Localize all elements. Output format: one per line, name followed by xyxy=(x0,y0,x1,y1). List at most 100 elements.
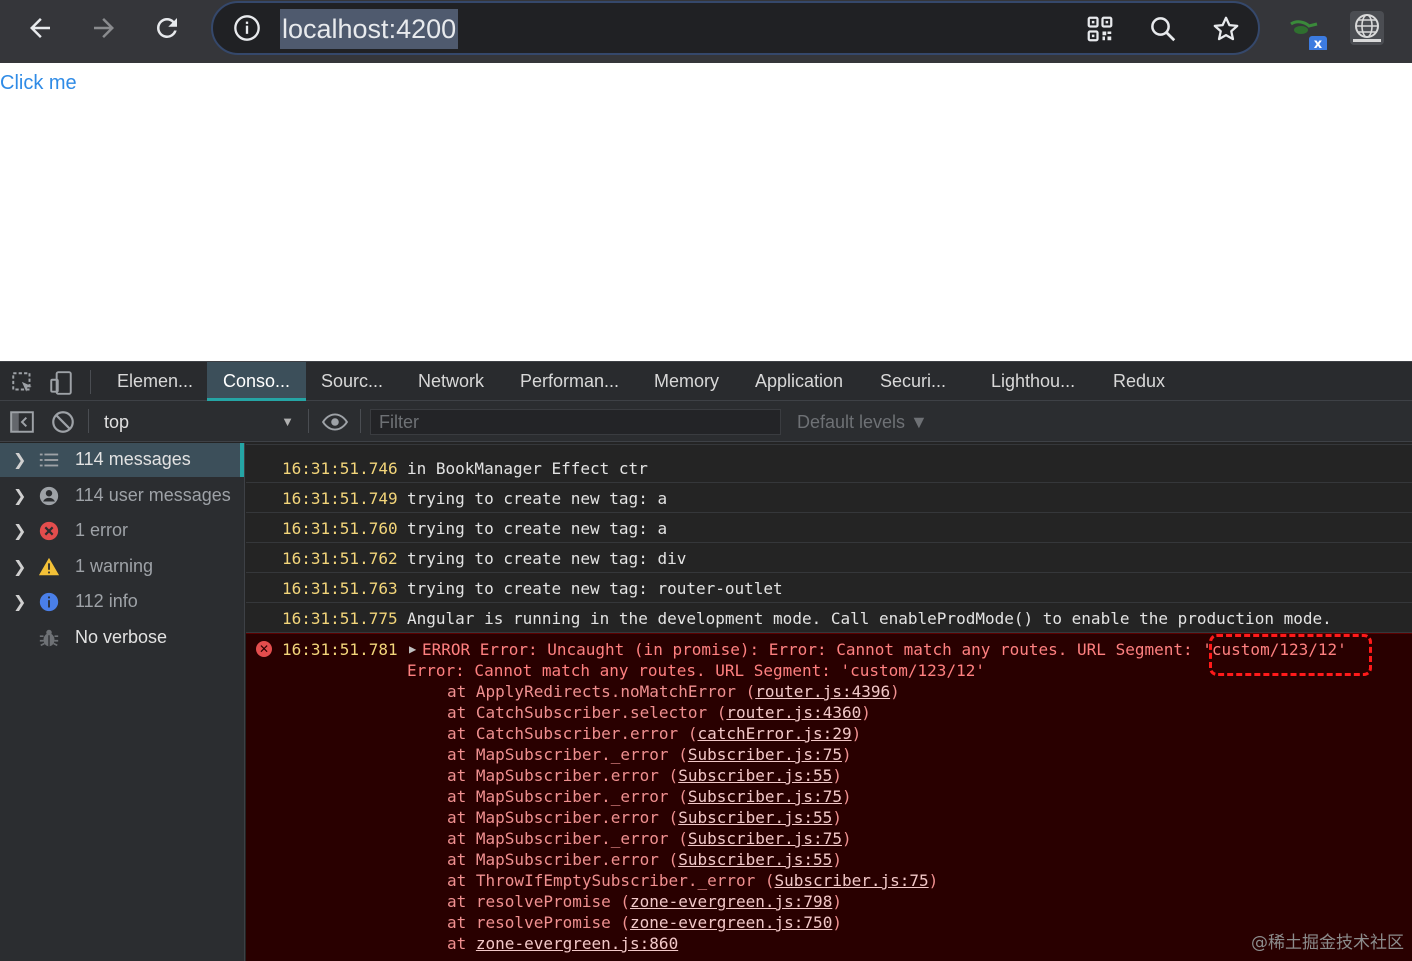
toolbar-divider xyxy=(308,409,309,433)
address-bar[interactable]: localhost:4200 xyxy=(211,1,1260,55)
sidebar-item-warnings[interactable]: ❯ 1 warning xyxy=(0,550,244,584)
log-message: trying to create new tag: div xyxy=(407,549,687,568)
user-icon xyxy=(39,486,59,506)
source-link[interactable]: router.js:4360 xyxy=(726,703,861,722)
watermark: @稀土掘金技术社区 xyxy=(1251,933,1404,953)
source-link[interactable]: Subscriber.js:75 xyxy=(688,787,842,806)
source-link[interactable]: Subscriber.js:75 xyxy=(688,829,842,848)
bookmark-button[interactable] xyxy=(1209,12,1243,46)
sidebar-item-info[interactable]: ❯ 112 info xyxy=(0,585,244,619)
sidebar-item-user-messages[interactable]: ❯ 114 user messages xyxy=(0,479,244,513)
click-me-link[interactable]: Click me xyxy=(0,70,77,96)
log-row: 16:31:51.746 in BookManager Effect ctr xyxy=(246,453,1412,483)
source-link[interactable]: Subscriber.js:55 xyxy=(678,850,832,869)
expand-triangle-icon[interactable]: ▶ xyxy=(409,642,416,656)
chevron-right-icon: ❯ xyxy=(13,559,27,576)
forward-button[interactable] xyxy=(84,8,124,48)
log-timestamp: 16:31:51.775 xyxy=(282,609,398,628)
source-link[interactable]: Subscriber.js:55 xyxy=(678,766,832,785)
device-toolbar-icon[interactable] xyxy=(48,370,74,396)
context-selector-value: top xyxy=(104,412,130,432)
qr-code-button[interactable] xyxy=(1083,12,1117,46)
tab-redux[interactable]: Redux xyxy=(1113,362,1165,401)
log-message: trying to create new tag: a xyxy=(407,489,668,508)
profile-button[interactable] xyxy=(1349,10,1387,50)
error-headline-text: ERROR Error: Uncaught (in promise): Erro… xyxy=(422,640,1203,659)
stack-trace: at ApplyRedirects.noMatchError (router.j… xyxy=(447,681,938,954)
extension-button[interactable]: x xyxy=(1289,10,1327,52)
stack-frame: at MapSubscriber.error (Subscriber.js:55… xyxy=(447,808,842,827)
tab-performance[interactable]: Performan... xyxy=(520,362,619,401)
source-link[interactable]: zone-evergreen.js:860 xyxy=(476,934,678,953)
inspect-element-icon[interactable] xyxy=(10,370,36,396)
sidebar-item-errors[interactable]: ❯ 1 error xyxy=(0,514,244,548)
tab-memory[interactable]: Memory xyxy=(654,362,719,401)
qr-code-icon xyxy=(1087,16,1113,42)
error-icon xyxy=(39,521,59,541)
stack-frame: at CatchSubscriber.selector (router.js:4… xyxy=(447,703,871,722)
back-button[interactable] xyxy=(20,8,60,48)
bug-icon xyxy=(39,629,59,647)
devtools-panel: Elemen... Conso... Sourc... Network Perf… xyxy=(0,361,1412,961)
tab-security[interactable]: Securi... xyxy=(880,362,946,401)
stack-frame: at CatchSubscriber.error (catchError.js:… xyxy=(447,724,862,743)
triangle-down-icon: ▼ xyxy=(281,414,294,429)
source-link[interactable]: Subscriber.js:55 xyxy=(678,808,832,827)
console-output: 16:31:51.746 in BookManager Effect ctr 1… xyxy=(246,443,1412,961)
log-message: trying to create new tag: router-outlet xyxy=(407,579,783,598)
tab-application[interactable]: Application xyxy=(755,362,843,401)
stack-frame: at resolvePromise (zone-evergreen.js:798… xyxy=(447,892,842,911)
log-row: 16:31:51.775 Angular is running in the d… xyxy=(246,603,1412,633)
sidebar-toggle-icon[interactable] xyxy=(9,409,35,435)
warning-icon xyxy=(38,557,60,576)
source-link[interactable]: Subscriber.js:75 xyxy=(775,871,929,890)
source-link[interactable]: zone-evergreen.js:750 xyxy=(630,913,832,932)
stack-frame: at zone-evergreen.js:860 xyxy=(447,934,679,953)
source-link[interactable]: catchError.js:29 xyxy=(697,724,851,743)
tab-console[interactable]: Conso... xyxy=(207,362,307,401)
eye-icon[interactable] xyxy=(322,409,348,435)
svg-text:x: x xyxy=(1314,37,1323,50)
sidebar-item-label: No verbose xyxy=(75,627,168,647)
log-timestamp: 16:31:51.746 xyxy=(282,459,398,478)
log-row: 16:31:51.762 trying to create new tag: d… xyxy=(246,543,1412,573)
stack-frame: at MapSubscriber.error (Subscriber.js:55… xyxy=(447,850,842,869)
stack-frame: at MapSubscriber._error (Subscriber.js:7… xyxy=(447,745,852,764)
console-sidebar: ❯ 114 messages ❯ 114 user messages ❯ 1 e… xyxy=(0,443,245,961)
log-timestamp: 16:31:51.781 xyxy=(282,640,398,659)
tab-lighthouse[interactable]: Lighthou... xyxy=(991,362,1075,401)
url-segment-highlight xyxy=(1209,634,1372,676)
log-timestamp: 16:31:51.762 xyxy=(282,549,398,568)
source-link[interactable]: Subscriber.js:75 xyxy=(688,745,842,764)
star-icon xyxy=(1213,16,1239,41)
sidebar-item-verbose[interactable]: No verbose xyxy=(0,621,244,655)
browser-toolbar: localhost:4200 x xyxy=(0,0,1412,63)
sidebar-item-label: 114 user messages xyxy=(75,485,231,505)
source-link[interactable]: zone-evergreen.js:798 xyxy=(630,892,832,911)
reload-icon xyxy=(157,18,177,38)
log-levels-dropdown[interactable]: Default levels ▼ xyxy=(797,409,928,435)
stack-frame: at ApplyRedirects.noMatchError (router.j… xyxy=(447,682,900,701)
error-message: Error: Cannot match any routes. URL Segm… xyxy=(407,661,985,680)
sidebar-item-label: 112 info xyxy=(75,591,138,611)
reload-button[interactable] xyxy=(147,8,187,48)
extension-glasses-icon: x xyxy=(1290,20,1327,52)
url-text[interactable]: localhost:4200 xyxy=(280,9,459,49)
log-message: in BookManager Effect ctr xyxy=(407,459,648,478)
log-row: 16:31:51.760 trying to create new tag: a xyxy=(246,513,1412,543)
list-icon xyxy=(39,453,59,467)
info-icon[interactable] xyxy=(233,14,261,42)
sidebar-item-messages[interactable]: ❯ 114 messages xyxy=(0,443,244,477)
log-row: 16:31:51.749 trying to create new tag: a xyxy=(246,483,1412,513)
tab-sources[interactable]: Sourc... xyxy=(321,362,383,401)
log-message: trying to create new tag: a xyxy=(407,519,668,538)
zoom-button[interactable] xyxy=(1146,12,1180,46)
log-message: Angular is running in the development mo… xyxy=(407,609,1332,628)
clear-console-icon[interactable] xyxy=(50,409,76,435)
tab-elements[interactable]: Elemen... xyxy=(117,362,193,401)
context-selector[interactable]: top ▼ xyxy=(96,409,300,435)
filter-input[interactable]: Filter xyxy=(370,409,781,435)
tab-network[interactable]: Network xyxy=(418,362,484,401)
source-link[interactable]: router.js:4396 xyxy=(755,682,890,701)
chevron-right-icon: ❯ xyxy=(13,594,27,611)
